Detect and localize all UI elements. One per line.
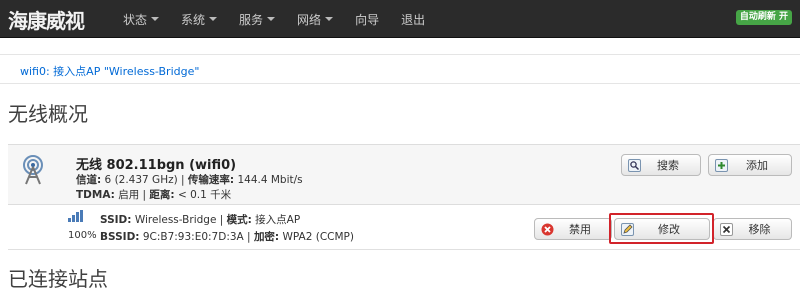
chevron-down-icon bbox=[209, 17, 218, 21]
encryption-value: WPA2 (CCMP) bbox=[282, 231, 354, 243]
channel-value: 6 (2.437 GHz) bbox=[104, 174, 178, 186]
menu-system[interactable]: 系统 bbox=[170, 0, 228, 38]
bssid-value: 9C:B7:93:E0:7D:3A bbox=[142, 231, 244, 243]
menu-services-label: 服务 bbox=[239, 12, 264, 27]
tdma-value: 启用 bbox=[118, 189, 140, 201]
menu-wizard[interactable]: 向导 bbox=[344, 0, 390, 38]
section-title-wireless-overview: 无线概况 bbox=[8, 102, 88, 126]
distance-label: 距离: bbox=[149, 189, 175, 201]
signal-strength-icon bbox=[68, 210, 83, 222]
signal-percent: 100% bbox=[68, 230, 97, 241]
radio-channel-info: 信道: 6 (2.437 GHz) | 传输速率: 144.4 Mbit/s bbox=[76, 174, 303, 186]
search-button[interactable]: 搜索 bbox=[621, 154, 701, 176]
wireless-device-table: 无线 802.11bgn (wifi0) 信道: 6 (2.437 GHz) |… bbox=[8, 144, 800, 250]
add-button[interactable]: 添加 bbox=[708, 154, 792, 176]
distance-value: < 0.1 千米 bbox=[177, 189, 232, 201]
breadcrumb-link-wifi0[interactable]: wifi0: 接入点AP "Wireless-Bridge" bbox=[20, 63, 199, 79]
menu-services[interactable]: 服务 bbox=[228, 0, 286, 38]
chevron-down-icon bbox=[325, 17, 334, 21]
chevron-down-icon bbox=[151, 17, 160, 21]
menu-network[interactable]: 网络 bbox=[286, 0, 344, 38]
disable-button[interactable]: 禁用 bbox=[534, 218, 612, 240]
radio-tdma-info: TDMA: 启用 | 距离: < 0.1 千米 bbox=[76, 189, 232, 201]
auto-refresh-toggle[interactable]: 自动刷新 开 bbox=[735, 10, 792, 25]
network-row: 100% SSID: Wireless-Bridge | 模式: 接入点AP B… bbox=[8, 206, 800, 250]
menu-status[interactable]: 状态 bbox=[112, 0, 170, 38]
add-icon bbox=[715, 159, 728, 172]
breadcrumb: wifi0: 接入点AP "Wireless-Bridge" bbox=[0, 54, 800, 84]
menu-system-label: 系统 bbox=[181, 12, 206, 27]
radio-row: 无线 802.11bgn (wifi0) 信道: 6 (2.437 GHz) |… bbox=[8, 145, 800, 205]
network-bssid-info: BSSID: 9C:B7:93:E0:7D:3A | 加密: WPA2 (CCM… bbox=[100, 231, 354, 243]
menu-logout[interactable]: 退出 bbox=[390, 0, 436, 38]
chevron-down-icon bbox=[267, 17, 276, 21]
ssid-label: SSID: bbox=[100, 214, 132, 226]
bssid-label: BSSID: bbox=[100, 231, 140, 243]
tdma-label: TDMA: bbox=[76, 189, 115, 201]
section-title-connected-stations: 已连接站点 bbox=[8, 267, 108, 291]
encryption-label: 加密: bbox=[253, 231, 280, 243]
rate-value: 144.4 Mbit/s bbox=[237, 174, 303, 186]
edit-button[interactable]: 修改 bbox=[614, 218, 710, 240]
top-navbar: 海康威视 状态 系统 服务 网络 向导 退出 自动刷新 开 bbox=[0, 0, 800, 38]
radio-name: 无线 802.11bgn (wifi0) bbox=[76, 158, 237, 173]
rate-label: 传输速率: bbox=[187, 174, 235, 186]
network-ssid-info: SSID: Wireless-Bridge | 模式: 接入点AP bbox=[100, 214, 301, 226]
remove-icon bbox=[720, 223, 733, 236]
edit-button-label: 修改 bbox=[658, 223, 680, 236]
remove-button-label: 移除 bbox=[748, 223, 771, 236]
disable-button-label: 禁用 bbox=[569, 223, 591, 236]
menu-logout-label: 退出 bbox=[401, 12, 426, 27]
mode-value: 接入点AP bbox=[255, 214, 301, 226]
add-button-label: 添加 bbox=[746, 159, 768, 172]
search-button-label: 搜索 bbox=[657, 159, 679, 172]
menu-status-label: 状态 bbox=[123, 12, 148, 27]
menu-wizard-label: 向导 bbox=[355, 12, 380, 27]
main-menu: 状态 系统 服务 网络 向导 退出 bbox=[112, 0, 436, 38]
menu-network-label: 网络 bbox=[297, 12, 322, 27]
brand-name: 海康威视 bbox=[8, 8, 85, 33]
search-icon bbox=[628, 159, 641, 172]
edit-icon bbox=[621, 223, 634, 236]
wireless-radio-icon bbox=[23, 155, 43, 185]
disable-icon bbox=[541, 223, 554, 236]
channel-label: 信道: bbox=[76, 174, 102, 186]
brand-logo[interactable]: 海康威视 bbox=[8, 4, 85, 34]
remove-button[interactable]: 移除 bbox=[713, 218, 792, 240]
ssid-value: Wireless-Bridge bbox=[134, 214, 217, 226]
mode-label: 模式: bbox=[226, 214, 252, 226]
